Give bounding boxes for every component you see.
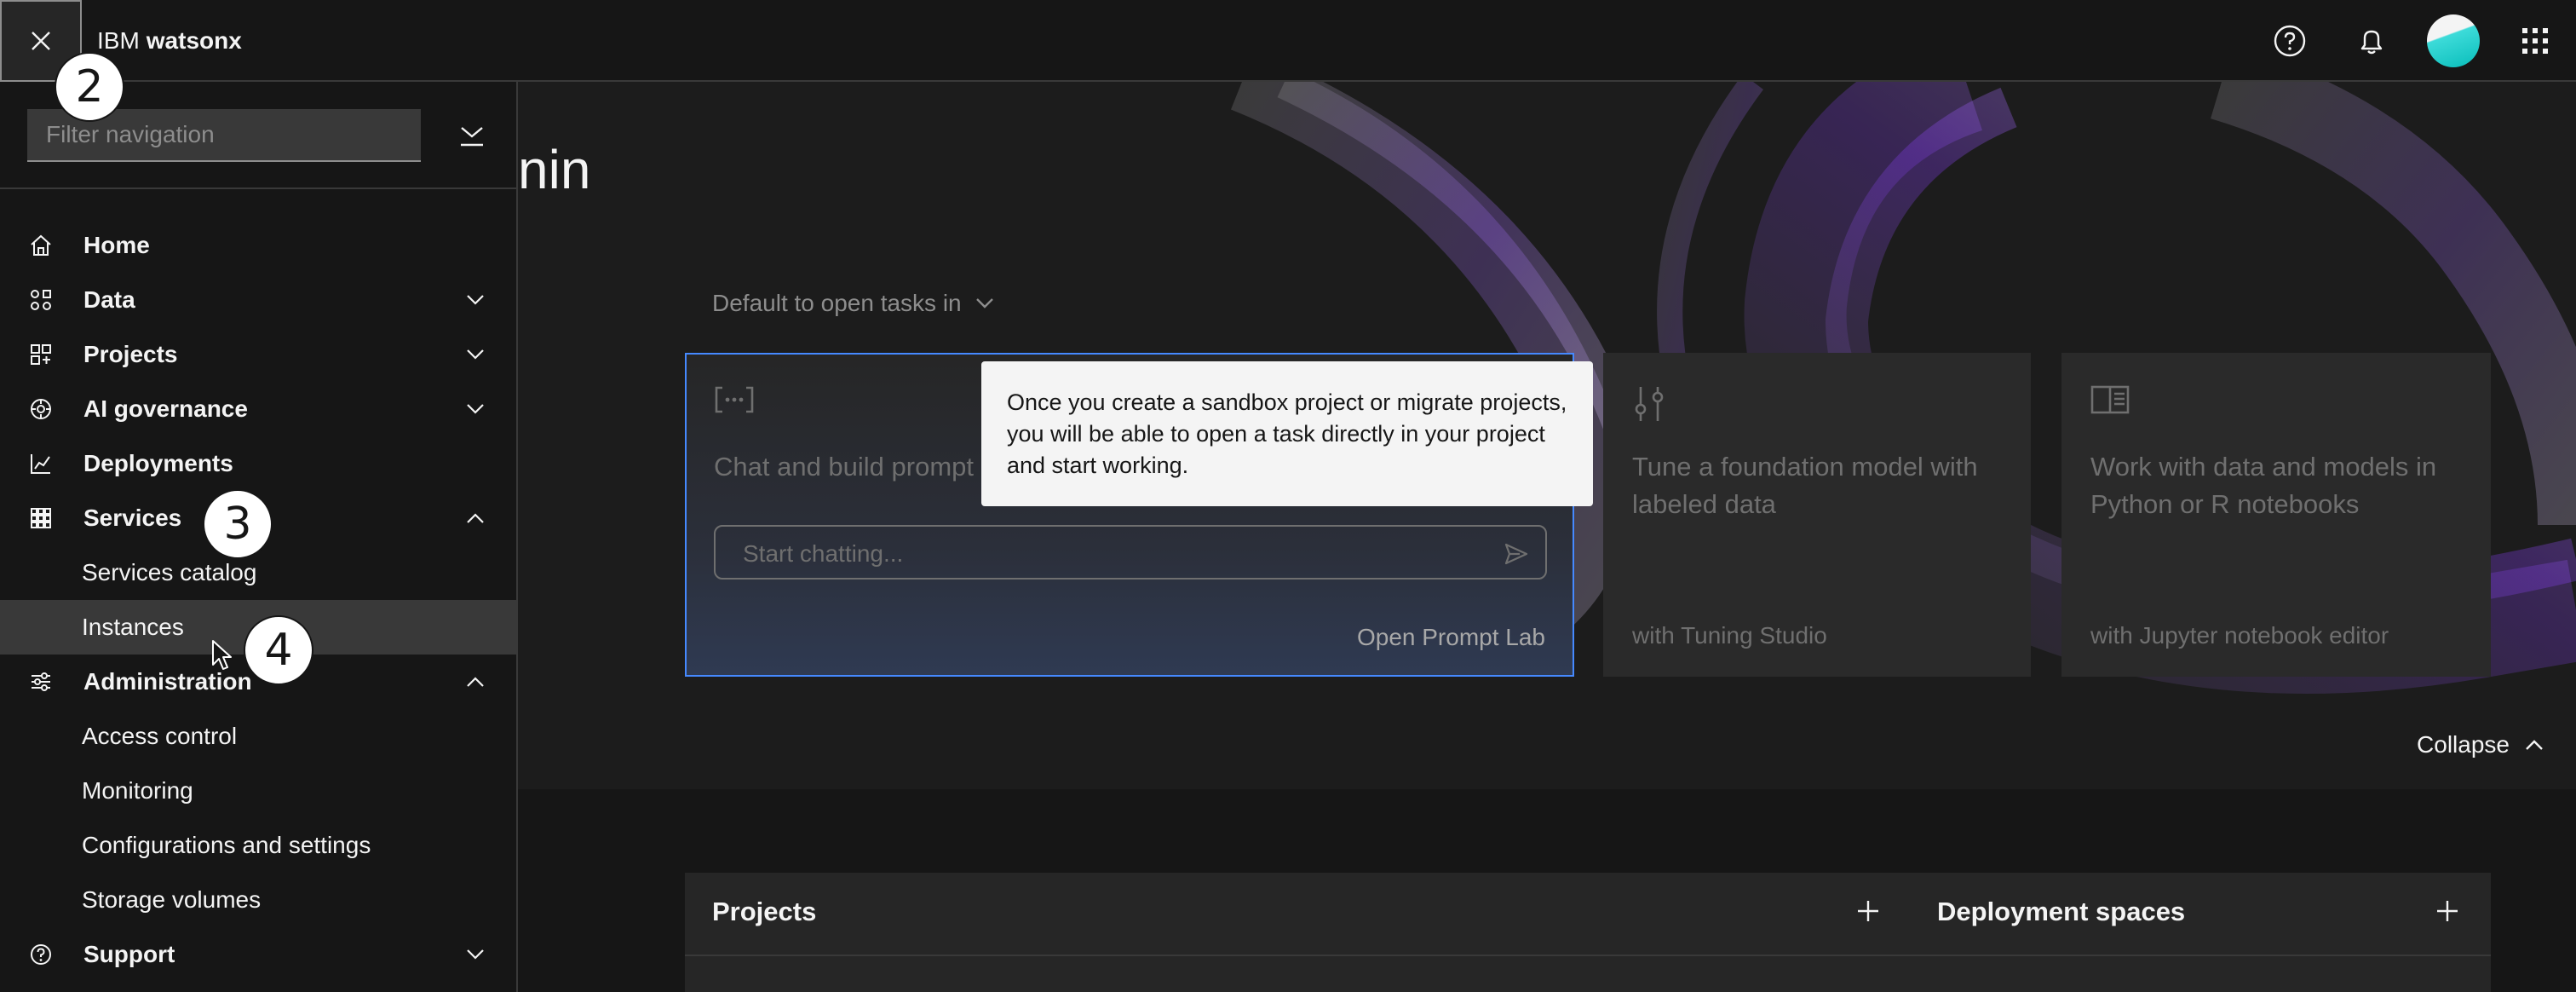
nav-deployments-label: Deployments	[83, 450, 233, 476]
nav-data[interactable]: Data	[0, 273, 516, 327]
nav-monitoring[interactable]: Monitoring	[0, 764, 516, 818]
nav-access-control-label: Access control	[82, 723, 238, 749]
deployment-spaces-title: Deployment spaces	[1937, 897, 2186, 926]
brand-prefix: IBM	[97, 27, 140, 54]
chevron-up-icon	[2526, 740, 2543, 750]
nav-storage-volumes[interactable]: Storage volumes	[0, 873, 516, 927]
mouse-cursor-icon	[212, 640, 232, 670]
projects-icon	[27, 341, 55, 368]
hero-section: nin Default to open tasks in Chat and bu…	[518, 82, 2576, 789]
close-icon	[32, 32, 50, 50]
notebook-card[interactable]: Work with data and models in Python or R…	[2061, 353, 2491, 677]
brand-name: watsonx	[146, 27, 242, 54]
projects-panel: Projects	[685, 873, 1912, 992]
notifications-button[interactable]	[2331, 0, 2412, 82]
step-badge-3: 3	[203, 489, 273, 559]
nav-ai-governance-label: AI governance	[83, 395, 248, 422]
nav-support[interactable]: Support	[0, 927, 516, 982]
help-button[interactable]	[2249, 0, 2331, 82]
avatar	[2427, 14, 2480, 67]
nav-configurations-label: Configurations and settings	[82, 832, 371, 858]
nav-ai-governance[interactable]: AI governance	[0, 382, 516, 436]
avatar-button[interactable]	[2412, 0, 2494, 82]
data-icon	[27, 286, 55, 314]
nav-services-label: Services	[83, 505, 182, 531]
nav-projects[interactable]: Projects	[0, 327, 516, 382]
collapse-all-button[interactable]	[451, 116, 492, 157]
nav-storage-volumes-label: Storage volumes	[82, 886, 262, 913]
collapse-all-icon	[461, 127, 483, 147]
main-content: nin Default to open tasks in Chat and bu…	[518, 82, 2576, 992]
send-icon[interactable]	[1503, 540, 1530, 568]
start-chatting-input[interactable]: Start chatting...	[714, 525, 1547, 580]
administration-icon	[27, 668, 55, 695]
collapse-label: Collapse	[2417, 731, 2510, 758]
ai-governance-icon	[27, 395, 55, 423]
nav-data-label: Data	[83, 286, 135, 313]
deployments-icon	[27, 450, 55, 477]
step-badge-2: 2	[55, 52, 124, 122]
open-prompt-lab-link[interactable]: Open Prompt Lab	[1357, 624, 1545, 651]
nav-instances-label: Instances	[82, 614, 184, 640]
welcome-heading: nin	[518, 139, 591, 200]
notebook-icon	[2090, 385, 2130, 414]
nav-home[interactable]: Home	[0, 218, 516, 273]
nav-services-catalog[interactable]: Services catalog	[0, 545, 516, 600]
projects-panel-title: Projects	[712, 897, 817, 926]
nav-configurations[interactable]: Configurations and settings	[0, 818, 516, 873]
nav-administration-label: Administration	[83, 668, 252, 695]
notebook-card-title: Work with data and models in Python or R…	[2090, 452, 2437, 519]
help-icon	[2274, 25, 2306, 57]
prompt-brackets-icon	[715, 386, 754, 413]
tuning-studio-card[interactable]: Tune a foundation model with labeled dat…	[1603, 353, 2031, 677]
services-icon	[27, 505, 55, 532]
tuning-sliders-icon	[1635, 387, 1664, 421]
sandbox-tooltip: Once you create a sandbox project or mig…	[981, 361, 1593, 506]
step-badge-4: 4	[244, 615, 313, 685]
app-switcher-button[interactable]	[2494, 0, 2576, 82]
deployment-spaces-panel: Deployment spaces	[1910, 873, 2491, 992]
nav-services-catalog-label: Services catalog	[82, 559, 257, 585]
chat-placeholder: Start chatting...	[743, 540, 904, 567]
app-switcher-icon	[2522, 28, 2548, 54]
task-location-dropdown[interactable]: Default to open tasks in	[712, 290, 994, 317]
chevron-down-icon	[975, 298, 993, 309]
nav-monitoring-label: Monitoring	[82, 777, 193, 804]
tuning-card-foot: with Tuning Studio	[1632, 622, 1827, 649]
tuning-card-title: Tune a foundation model with labeled dat…	[1632, 452, 1978, 519]
bell-icon	[2360, 30, 2383, 55]
chevron-up-icon	[462, 508, 489, 528]
divider	[685, 955, 1912, 956]
chevron-down-icon	[462, 344, 489, 365]
nav-support-label: Support	[83, 941, 175, 967]
notebook-card-foot: with Jupyter notebook editor	[2090, 622, 2389, 649]
add-project-icon[interactable]	[1855, 898, 1881, 924]
add-deployment-space-icon[interactable]	[2435, 898, 2460, 924]
chevron-up-icon	[462, 672, 489, 692]
nav-projects-label: Projects	[83, 341, 178, 367]
nav-home-label: Home	[83, 232, 150, 258]
top-header: IBM watsonx	[0, 0, 2576, 82]
task-location-label: Default to open tasks in	[712, 290, 962, 316]
chevron-down-icon	[462, 290, 489, 310]
nav-deployments[interactable]: Deployments	[0, 436, 516, 491]
chevron-down-icon	[462, 399, 489, 419]
collapse-button[interactable]: Collapse	[2417, 731, 2544, 758]
divider	[1910, 955, 2491, 956]
support-icon	[27, 941, 55, 968]
home-icon	[27, 232, 55, 259]
chevron-down-icon	[462, 944, 489, 965]
nav-access-control[interactable]: Access control	[0, 709, 516, 764]
